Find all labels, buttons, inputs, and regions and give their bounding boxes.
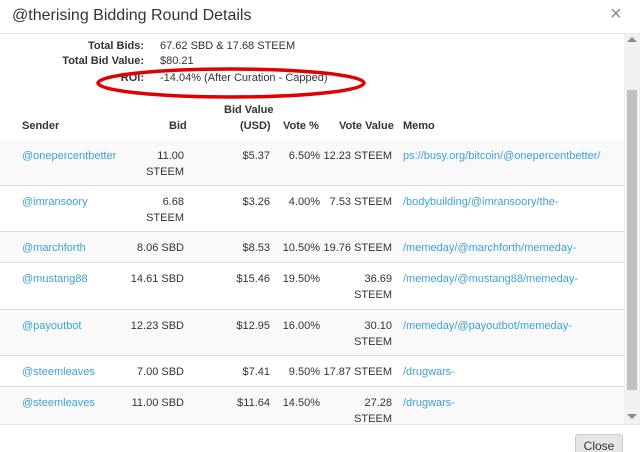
sender-link[interactable]: @mustang88 (22, 271, 88, 287)
vote-pct-cell: 4.00% (288, 196, 320, 208)
bid-cell: 6.68 STEEM (146, 196, 184, 224)
table-row: @payoutbot 12.23 SBD $12.95 16.00% 30.10… (0, 310, 624, 356)
dialog-header: @therising Bidding Round Details × (0, 0, 640, 34)
vote-pct-cell: 19.50% (282, 273, 320, 285)
bid-value-cell: $12.95 (236, 320, 270, 332)
sender-link[interactable]: @steemleaves (22, 364, 95, 380)
close-button[interactable]: Close (575, 434, 623, 452)
memo-link[interactable]: /drugwars- (403, 395, 605, 411)
close-icon[interactable]: × (610, 4, 622, 24)
bid-cell: 14.61 SBD (130, 273, 184, 285)
table-row: @marchforth 8.06 SBD $8.53 10.50% 19.76 … (0, 232, 624, 263)
bid-value-cell: $11.64 (237, 397, 270, 409)
table-row: @imransoory 6.68 STEEM $3.26 4.00% 7.53 S… (0, 186, 624, 232)
bid-value-cell: $7.41 (242, 366, 270, 378)
vote-value-cell: 27.28 STEEM (354, 397, 392, 424)
bid-cell: 12.23 SBD (130, 320, 184, 332)
vote-pct-cell: 16.00% (282, 320, 320, 332)
vote-value-cell: 30.10 STEEM (354, 320, 392, 348)
sender-link[interactable]: @payoutbot (22, 318, 82, 334)
bid-cell: 8.06 SBD (136, 242, 184, 254)
vote-value-cell: 7.53 STEEM (329, 196, 392, 208)
roi-highlight-ellipse (96, 67, 366, 99)
memo-link[interactable]: /memeday/@payoutbot/memeday- (403, 318, 605, 334)
memo-link[interactable]: ps://busy.org/bitcoin/@onepercentbetter/ (403, 148, 605, 164)
table-row: @mustang88 14.61 SBD $15.46 19.50% 36.69… (0, 263, 624, 310)
header-sender: Sender (22, 120, 60, 132)
vote-pct-cell: 14.50% (282, 397, 320, 409)
scroll-down-icon[interactable] (627, 414, 637, 419)
dialog-title: @therising Bidding Round Details (12, 7, 252, 24)
memo-link[interactable]: /drugwars- (403, 364, 605, 380)
bid-value-cell: $5.37 (242, 150, 270, 162)
bid-cell: 11.00 SBD (131, 397, 184, 409)
vote-pct-cell: 10.50% (282, 242, 320, 254)
table-row: @steemleaves 11.00 SBD $11.64 14.50% 27.… (0, 387, 624, 424)
bid-value-cell: $15.46 (236, 273, 270, 285)
scroll-thumb[interactable] (627, 90, 637, 390)
bid-cell: 7.00 SBD (136, 366, 184, 378)
vote-value-cell: 19.76 STEEM (323, 242, 392, 254)
sender-link[interactable]: @imransoory (22, 194, 88, 210)
vertical-scrollbar[interactable] (624, 34, 640, 424)
vote-pct-cell: 6.50% (288, 150, 320, 162)
header-bid-value-unit: (USD) (240, 120, 271, 132)
header-vote-value: Vote Value (339, 120, 394, 132)
sender-link[interactable]: @steemleaves (22, 395, 95, 411)
vote-pct-cell: 9.50% (288, 366, 320, 378)
scroll-up-icon[interactable] (627, 37, 637, 42)
header-vote-pct: Vote % (283, 120, 319, 132)
vote-value-cell: 36.69 STEEM (354, 273, 392, 301)
sender-link[interactable]: @onepercentbetter (22, 148, 116, 164)
vote-value-cell: 17.87 STEEM (323, 366, 392, 378)
header-bid: Bid (169, 120, 187, 132)
dialog-body[interactable]: Total Bids: 67.62 SBD & 17.68 STEEM Tota… (0, 34, 624, 424)
memo-link[interactable]: /memeday/@marchforth/memeday- (403, 240, 605, 256)
memo-link[interactable]: /memeday/@mustang88/memeday- (403, 271, 605, 287)
bid-value-cell: $8.53 (242, 242, 270, 254)
dialog-footer: Close (0, 424, 640, 452)
bid-cell: 11.00 STEEM (146, 150, 184, 178)
table-header: Sender Bid Bid Value (USD) Vote % Vote V… (0, 102, 624, 142)
bid-value-cell: $3.26 (242, 196, 270, 208)
header-memo: Memo (403, 120, 435, 132)
header-bid-value: Bid Value (224, 104, 274, 116)
table-row: @onepercentbetter 11.00 STEEM $5.37 6.50%… (0, 140, 624, 186)
table-row: @steemleaves 7.00 SBD $7.41 9.50% 17.87 … (0, 356, 624, 387)
memo-link[interactable]: /bodybuilding/@imransoory/the- (403, 194, 605, 210)
vote-value-cell: 12.23 STEEM (323, 150, 392, 162)
sender-link[interactable]: @marchforth (22, 240, 86, 256)
